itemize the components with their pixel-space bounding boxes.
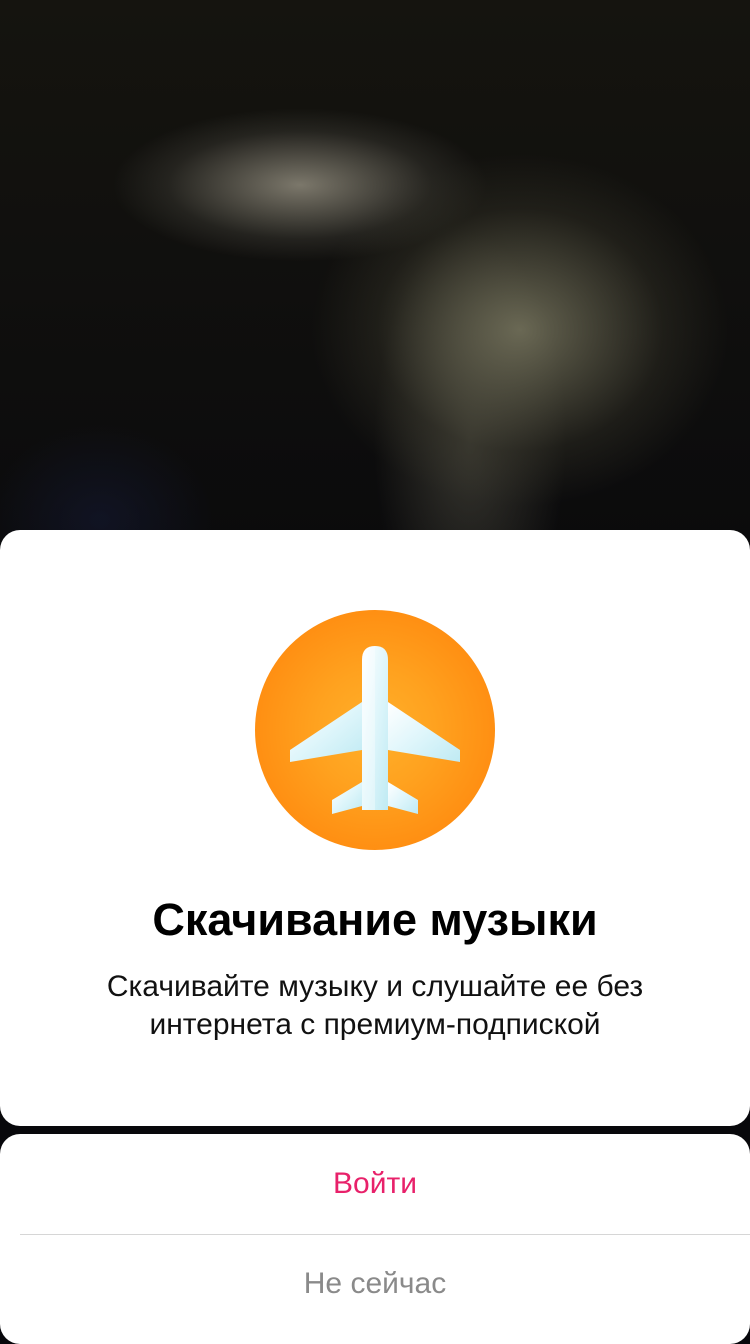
dialog-message: Скачивайте музыку и слушайте ее без инте… (75, 968, 675, 1044)
dialog-title: Скачивание музыки (152, 894, 598, 945)
dialog-message-line: интернета с премиум-подпиской (149, 1008, 601, 1041)
action-sheet: Войти Не сейчас (0, 1134, 750, 1344)
login-button[interactable]: Войти (0, 1134, 750, 1234)
dialog-message-line: Скачивайте музыку и слушайте ее без (106, 970, 644, 1003)
airplane-icon (290, 646, 460, 814)
offline-download-card: Скачивание музыки Скачивайте музыку и сл… (0, 530, 750, 1126)
not-now-button[interactable]: Не сейчас (0, 1234, 750, 1334)
airplane-icon-badge (255, 610, 495, 850)
